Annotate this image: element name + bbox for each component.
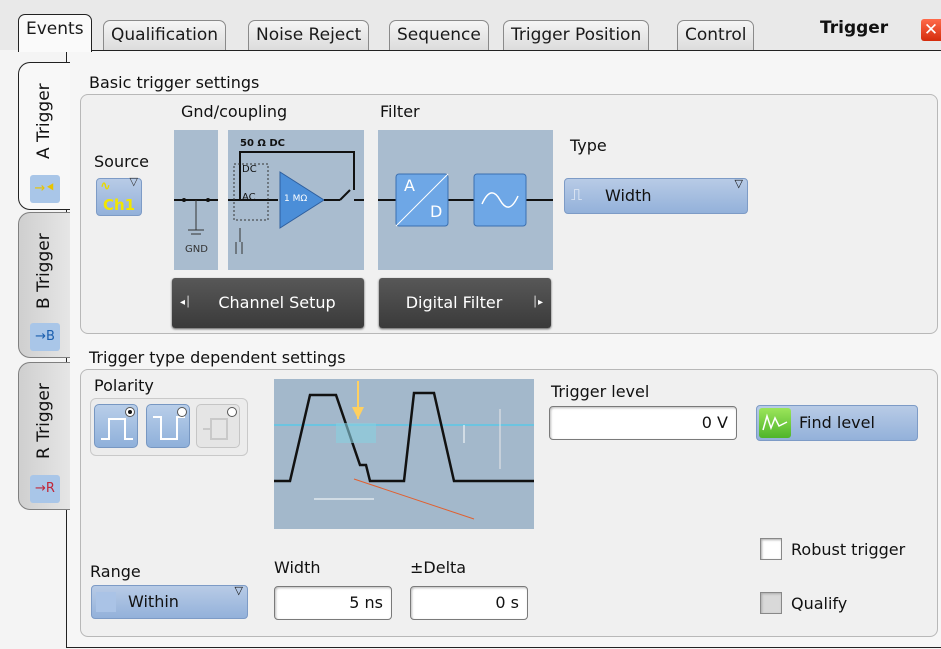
radio-icon	[177, 407, 187, 417]
gnd-coupling-label: Gnd/coupling	[181, 102, 288, 121]
either-pulse-button[interactable]	[196, 404, 240, 448]
tab-noise-reject[interactable]: Noise Reject	[248, 20, 370, 50]
gnd-label: GND	[185, 244, 208, 255]
tab-trigger-position[interactable]: Trigger Position	[503, 20, 650, 50]
width-label: Width	[274, 558, 321, 577]
robust-trigger-label: Robust trigger	[791, 540, 906, 559]
radio-icon	[227, 407, 237, 417]
find-level-button[interactable]: Find level	[756, 405, 918, 441]
delta-field[interactable]: 0 s	[410, 586, 528, 620]
polarity-label: Polarity	[94, 376, 154, 395]
range-dropdown[interactable]: Within ▽	[91, 584, 248, 619]
source-selector[interactable]: ∿ ▽ Ch1	[96, 175, 142, 216]
close-icon[interactable]: ✕	[921, 19, 941, 41]
b-trigger-icon: →B	[30, 323, 60, 351]
coupling-ac-option: AC	[242, 192, 256, 203]
negative-pulse-button[interactable]	[146, 404, 190, 448]
filter-label: Filter	[380, 102, 420, 121]
coupling-diagram[interactable]: 50 Ω DC DC AC 1 MΩ	[228, 130, 364, 270]
delta-label: ±Delta	[410, 558, 467, 577]
side-tab-label: A Trigger	[34, 83, 54, 159]
radio-selected-icon	[125, 407, 135, 417]
a-trigger-icon: →⯇	[30, 175, 60, 203]
dependent-settings-title: Trigger type dependent settings	[89, 348, 346, 367]
filter-chain-icon	[378, 173, 553, 227]
trigger-level-field[interactable]: 0 V	[549, 406, 737, 440]
digital-label: D	[430, 202, 443, 221]
width-field[interactable]: 5 ns	[274, 586, 392, 620]
width-trigger-illustration	[274, 379, 534, 529]
basic-settings-title: Basic trigger settings	[89, 73, 260, 92]
side-tab-b-trigger[interactable]: B Trigger →B	[18, 212, 70, 358]
range-icon	[96, 592, 116, 612]
chevron-down-icon: ▽	[234, 584, 243, 597]
coupling-dc-option: DC	[242, 164, 257, 175]
pulse-width-diagram-icon	[274, 381, 534, 520]
source-label: Source	[94, 152, 149, 171]
range-value: Within	[128, 592, 179, 611]
filter-diagram[interactable]: A D	[378, 130, 553, 270]
width-pulse-icon: ⎍	[571, 185, 583, 204]
tab-sequence[interactable]: Sequence	[389, 20, 489, 50]
trigger-level-label: Trigger level	[551, 382, 650, 401]
impedance-label: 1 MΩ	[284, 194, 308, 204]
side-tab-label: R Trigger	[34, 383, 54, 459]
arrow-right-icon: │▸	[531, 297, 543, 308]
gnd-diagram[interactable]: GND	[174, 130, 218, 270]
positive-pulse-button[interactable]	[94, 404, 138, 448]
side-tab-label: B Trigger	[34, 233, 54, 309]
trigger-type-value: Width	[605, 186, 652, 205]
dialog-title: Trigger	[820, 18, 889, 38]
side-tab-r-trigger[interactable]: R Trigger →R	[18, 362, 70, 510]
qualify-checkbox[interactable]	[760, 592, 782, 614]
channel-setup-button[interactable]: ◂│ Channel Setup	[172, 278, 364, 328]
find-level-icon	[759, 408, 791, 438]
tab-qualification[interactable]: Qualification	[103, 20, 227, 50]
analog-label: A	[404, 176, 415, 195]
digital-filter-button[interactable]: Digital Filter │▸	[379, 278, 551, 328]
robust-trigger-checkbox[interactable]	[760, 538, 782, 560]
side-tab-a-trigger[interactable]: A Trigger →⯇	[18, 62, 70, 210]
source-value: Ch1	[103, 196, 136, 214]
trigger-type-dropdown[interactable]: ⎍ Width ▽	[564, 177, 748, 214]
type-label: Type	[570, 136, 607, 155]
qualify-label: Qualify	[791, 594, 848, 613]
tab-events[interactable]: Events	[18, 14, 92, 52]
top-tab-bar: Qualification Noise Reject Sequence Trig…	[0, 0, 941, 52]
tab-control[interactable]: Control	[677, 20, 755, 50]
r-trigger-icon: →R	[30, 475, 60, 503]
chevron-down-icon: ▽	[734, 177, 743, 190]
arrow-left-icon: ◂│	[180, 297, 192, 308]
range-label: Range	[90, 562, 141, 581]
